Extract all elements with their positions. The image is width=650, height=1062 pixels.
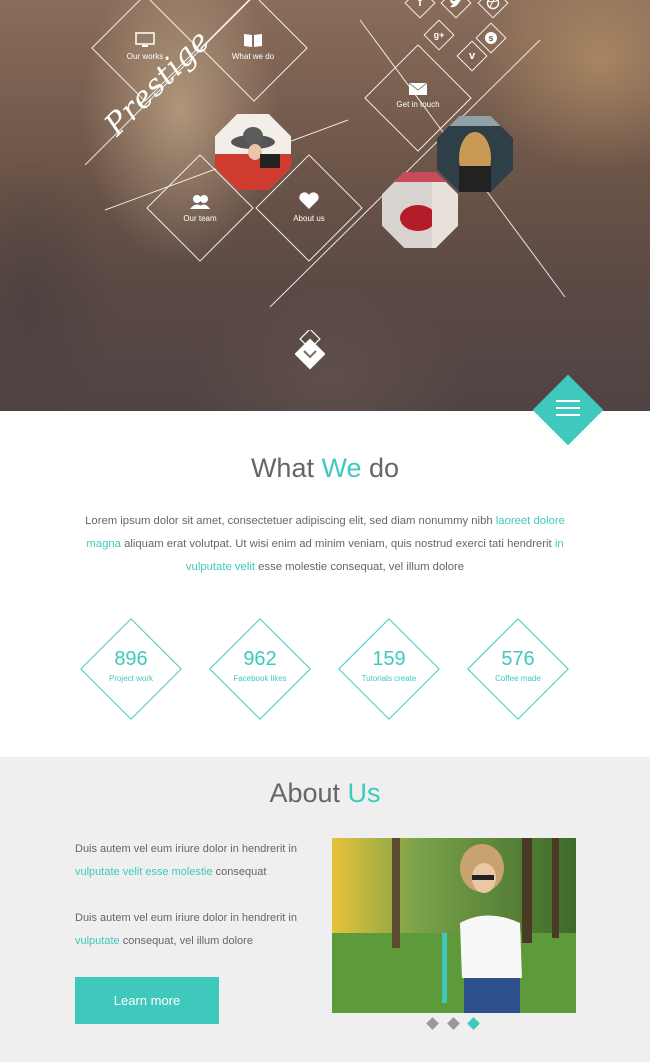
- about-photo: [332, 838, 576, 1013]
- vimeo-icon: v: [468, 50, 476, 62]
- stat-coffee-made: 576 Coffee made: [467, 618, 569, 720]
- tile-our-team-content[interactable]: Our team: [145, 194, 255, 223]
- stat-value: 159: [372, 648, 406, 670]
- about-link-1[interactable]: vulputate velit esse molestie: [75, 866, 213, 878]
- what-we-do-intro: Lorem ipsum dolor sit amet, consectetuer…: [85, 515, 565, 573]
- hero-banner: Prestige Our works What we do Our team A…: [0, 0, 650, 411]
- tile-get-in-touch-content[interactable]: Get in touch: [363, 82, 473, 109]
- about-us-title: About Us: [269, 778, 381, 808]
- monitor-icon: [135, 32, 155, 47]
- hamburger-icon[interactable]: [556, 400, 580, 421]
- users-icon: [190, 195, 210, 209]
- tile-about-us-content[interactable]: About us: [254, 192, 364, 223]
- heart-icon: [299, 192, 319, 209]
- stat-label: Facebook likes: [233, 674, 287, 683]
- learn-more-button[interactable]: Learn more: [75, 977, 219, 1024]
- book-icon: [244, 34, 262, 47]
- tile-label: Our works: [126, 52, 164, 61]
- skype-icon: s: [485, 32, 497, 44]
- stat-value: 576: [501, 648, 535, 670]
- tile-label: What we do: [231, 52, 275, 61]
- about-paragraph-1: Duis autem vel eum iriure dolor in hendr…: [75, 843, 297, 878]
- tile-label: About us: [293, 214, 325, 223]
- what-we-do-title: What We do: [250, 453, 400, 483]
- tile-what-we-do-content[interactable]: What we do: [198, 32, 308, 61]
- stat-tutorials-create: 159 Tutorials create: [338, 618, 440, 720]
- dribbble-icon: [486, 0, 500, 10]
- stat-value: 896: [114, 648, 148, 670]
- stat-project-work: 896 Project work: [80, 618, 182, 720]
- twitter-icon: [450, 0, 461, 8]
- tile-our-works-content[interactable]: Our works: [90, 32, 200, 61]
- stat-label: Coffee made: [495, 674, 541, 683]
- about-paragraph-2: Duis autem vel eum iriure dolor in hendr…: [75, 912, 297, 947]
- tile-label: Our team: [183, 214, 217, 223]
- stat-value: 962: [243, 648, 277, 670]
- facebook-icon: f: [418, 0, 422, 9]
- stat-label: Project work: [108, 674, 153, 683]
- stat-label: Tutorials create: [361, 674, 417, 683]
- google-plus-icon: g+: [433, 30, 445, 40]
- envelope-icon: [408, 82, 428, 95]
- tile-label: Get in touch: [396, 100, 440, 109]
- stat-facebook-likes: 962 Facebook likes: [209, 618, 311, 720]
- scroll-down-button[interactable]: [295, 330, 325, 380]
- about-link-2[interactable]: vulputate: [75, 935, 120, 947]
